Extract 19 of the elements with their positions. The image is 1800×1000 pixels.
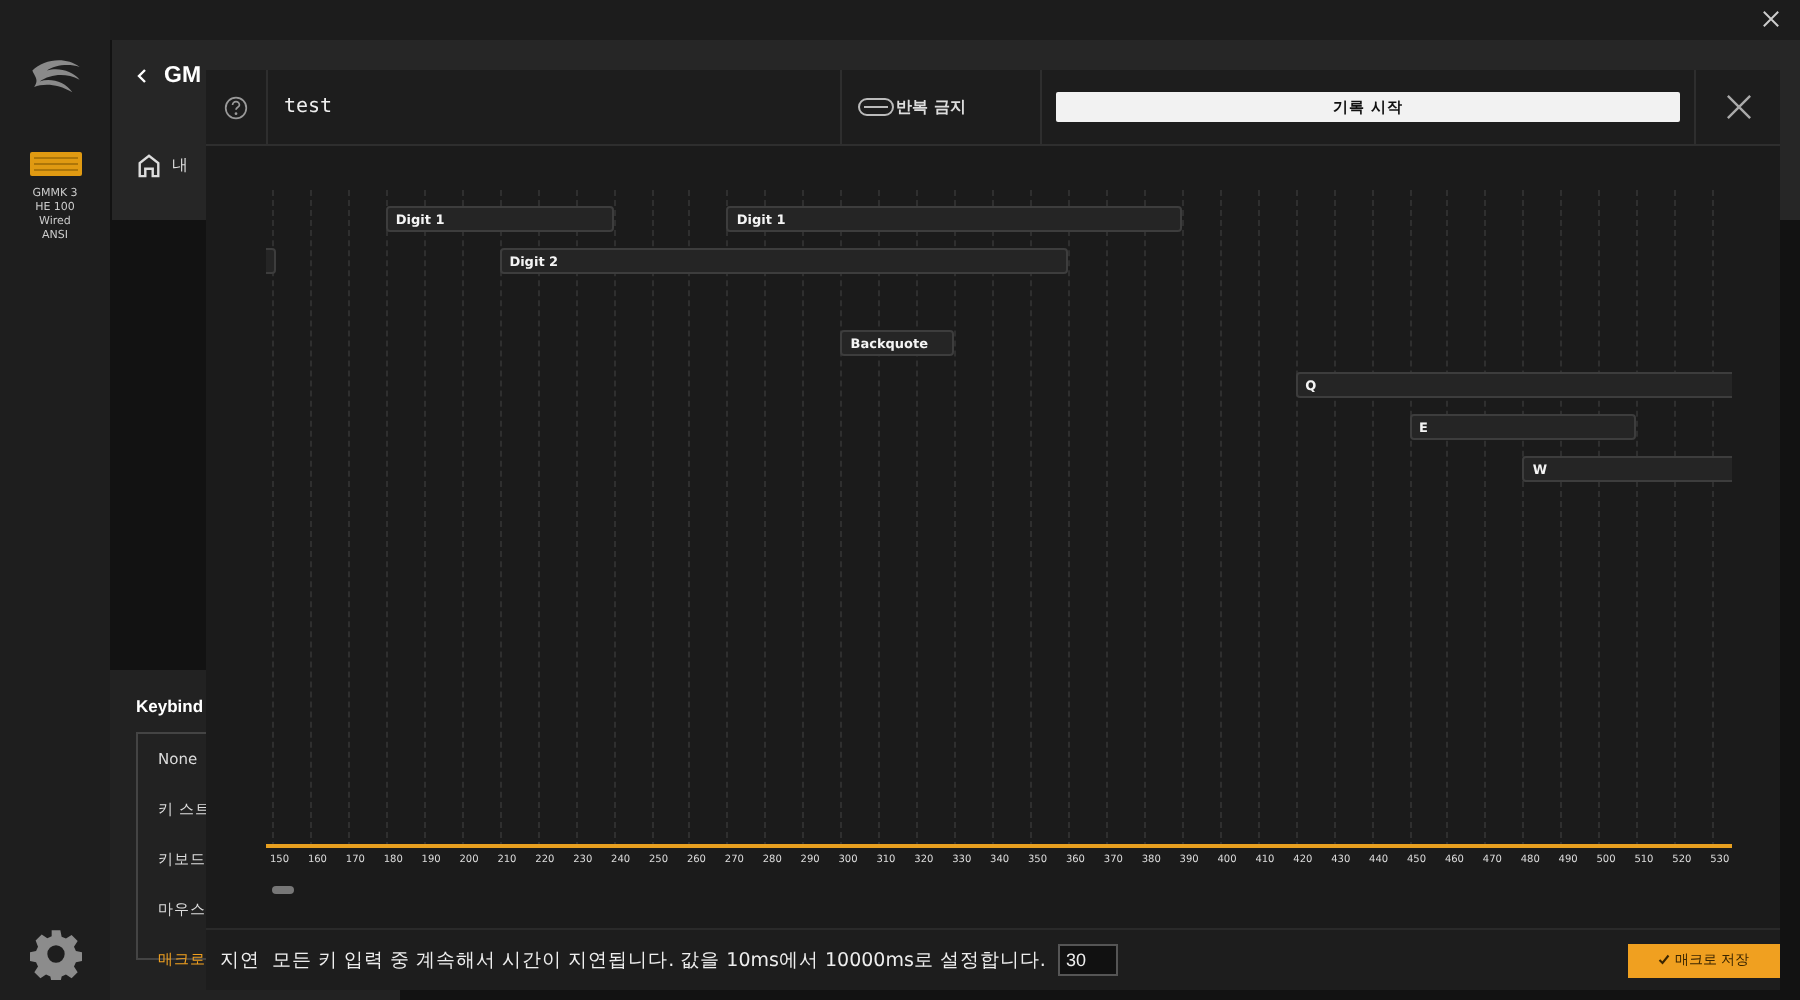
logo-icon (27, 56, 83, 96)
settings-icon[interactable] (29, 928, 81, 980)
section-title: Keybind (136, 696, 206, 716)
delay-label: 지연 (220, 947, 260, 973)
macro-name-field[interactable]: test (268, 96, 820, 118)
check-icon (1658, 954, 1671, 966)
help-icon[interactable] (224, 95, 248, 119)
repeat-label: 반복 금지 (896, 96, 966, 118)
back-icon[interactable] (136, 68, 148, 84)
scrollbar-thumb[interactable] (272, 886, 294, 894)
home-link[interactable]: 내 (172, 154, 188, 176)
delay-description: 모든 키 입력 중 계속해서 시간이 지연됩니다. 값을 10ms에서 10000ms로 설정합니다. (272, 947, 1046, 973)
keyboard-icon[interactable] (29, 152, 81, 176)
repeat-toggle[interactable] (858, 98, 894, 116)
device-title: GM (164, 64, 202, 88)
delay-field[interactable]: 30 (1057, 944, 1118, 976)
home-icon[interactable] (136, 152, 162, 178)
close-icon[interactable] (1725, 94, 1751, 120)
window-close-icon[interactable] (1762, 10, 1780, 28)
